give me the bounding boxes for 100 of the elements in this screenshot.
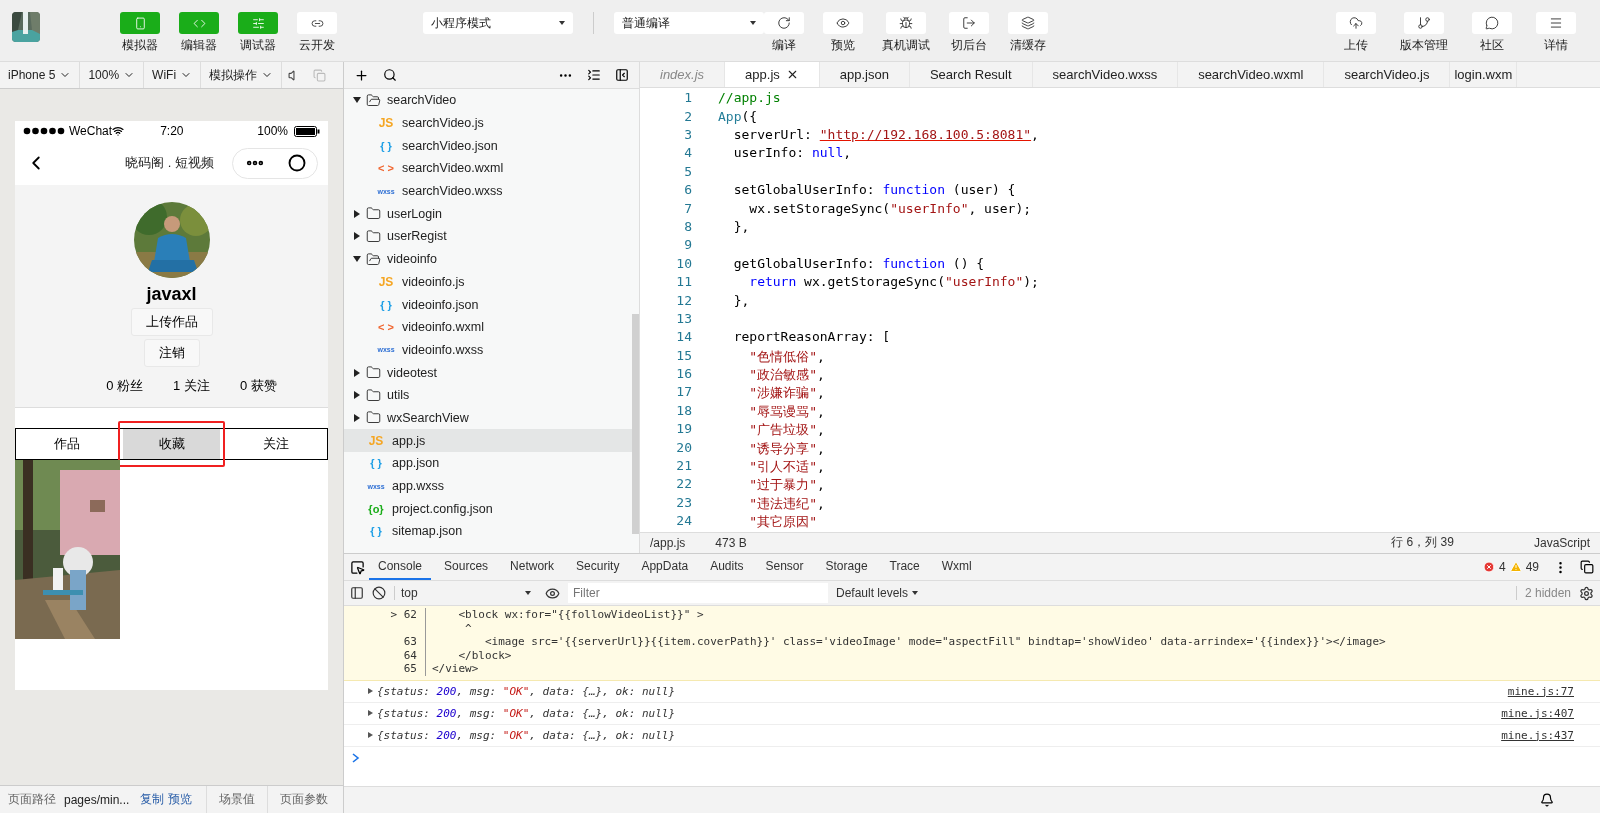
profile-button[interactable]: 注销 xyxy=(143,339,200,367)
file-tree-item[interactable]: wxSearchView xyxy=(344,406,632,430)
toolbar-button[interactable] xyxy=(1404,12,1444,34)
toolbar-button[interactable] xyxy=(823,12,863,34)
file-tree-item[interactable]: searchVideo xyxy=(344,89,632,112)
expand-arrow-icon[interactable] xyxy=(353,97,361,104)
console-tab[interactable]: Audits xyxy=(701,554,753,580)
expand-arrow-icon[interactable] xyxy=(354,413,360,422)
source-line-number: 63 xyxy=(344,635,426,649)
file-tree-item[interactable]: { } sitemap.json xyxy=(344,520,632,543)
file-tree-item[interactable]: userRegist xyxy=(344,225,632,248)
file-tree-item[interactable]: videoinfo xyxy=(344,247,632,271)
profile-tab[interactable]: 收藏 xyxy=(122,429,221,459)
add-icon[interactable] xyxy=(354,67,369,83)
simulator-option[interactable]: 模拟操作 xyxy=(201,62,283,88)
simulator-option[interactable]: 100% xyxy=(80,62,145,88)
expand-arrow-icon[interactable] xyxy=(368,688,373,694)
file-tree-item[interactable]: userLogin xyxy=(344,202,632,226)
source-link[interactable]: mine.js:407 xyxy=(1501,706,1574,720)
settings-icon[interactable] xyxy=(1579,585,1594,601)
editor-tab[interactable]: Search Result xyxy=(909,62,1033,88)
mode-button[interactable] xyxy=(297,12,337,34)
filter-field[interactable]: Filter xyxy=(568,583,828,603)
toolbar-button[interactable] xyxy=(1336,12,1376,34)
console-tab[interactable]: Trace xyxy=(880,554,929,580)
expand-arrow-icon[interactable] xyxy=(353,256,361,263)
console-tab[interactable]: Sources xyxy=(435,554,498,580)
path-bar-button[interactable]: 场景值 xyxy=(206,786,267,813)
file-tree-item[interactable]: { } videoinfo.json xyxy=(344,293,632,316)
console-tab[interactable]: Storage xyxy=(816,554,877,580)
scrollbar-thumb[interactable] xyxy=(632,314,639,534)
editor-tab[interactable]: app.json xyxy=(819,62,910,88)
file-tree-item[interactable]: utils xyxy=(344,383,632,407)
line-number: 11 xyxy=(675,274,692,292)
expand-arrow-icon[interactable] xyxy=(354,368,360,377)
folder-icon xyxy=(366,228,381,244)
file-tree-item[interactable]: videotest xyxy=(344,361,632,384)
toolbar-button[interactable] xyxy=(1536,12,1576,34)
source-line-number: > 62 xyxy=(344,608,426,622)
dock-icon[interactable] xyxy=(1580,560,1594,574)
sidebar-toggle-icon[interactable] xyxy=(350,586,364,600)
expand-arrow-icon[interactable] xyxy=(354,391,360,400)
expand-arrow-icon[interactable] xyxy=(368,710,373,716)
editor-tab[interactable]: searchVideo.wxss xyxy=(1032,62,1179,88)
error-count[interactable]: 4 xyxy=(1498,560,1506,574)
mode-select[interactable]: 小程序模式 xyxy=(423,12,573,34)
levels-select[interactable]: Default levels xyxy=(836,586,919,600)
panel-collapse-icon[interactable] xyxy=(615,68,629,82)
path-bar-button[interactable]: 页面参数 xyxy=(267,786,340,813)
console-tab[interactable]: Network xyxy=(501,554,564,580)
path-link[interactable]: 预览 xyxy=(168,791,192,808)
console-tab[interactable]: Sensor xyxy=(756,554,813,580)
console-tab[interactable]: Wxml xyxy=(932,554,981,580)
editor-tab[interactable]: login.wxm xyxy=(1450,62,1518,88)
file-tree-item[interactable]: JS app.js xyxy=(344,429,632,452)
bell-icon[interactable] xyxy=(1540,793,1554,807)
source-link[interactable]: mine.js:77 xyxy=(1507,684,1574,698)
editor-tab[interactable]: app.js xyxy=(725,62,820,88)
editor-tab[interactable]: searchVideo.wxml xyxy=(1178,62,1325,88)
path-link[interactable]: 复制 xyxy=(140,791,164,808)
file-tree-item[interactable]: {o} project.config.json xyxy=(344,497,632,521)
page-path: pages/min... xyxy=(64,792,131,807)
toolbar-button[interactable] xyxy=(886,12,926,34)
expand-arrow-icon[interactable] xyxy=(354,232,360,241)
simulator-option[interactable]: iPhone 5 xyxy=(0,62,81,88)
console-tab[interactable]: Security xyxy=(567,554,629,580)
context-select[interactable]: top xyxy=(394,586,537,600)
file-tree-item[interactable]: < > searchVideo.wxml xyxy=(344,157,632,180)
code-line: App({ xyxy=(718,108,759,126)
collapse-list-icon[interactable] xyxy=(587,68,601,82)
file-tree-item[interactable]: JS searchVideo.js xyxy=(344,111,632,135)
toolbar-button[interactable] xyxy=(1472,12,1512,34)
eye-icon[interactable] xyxy=(545,585,560,601)
clear-icon[interactable] xyxy=(372,586,386,600)
file-name: searchVideo.wxss xyxy=(402,184,503,199)
profile-button[interactable]: 上传作品 xyxy=(130,308,213,336)
file-name: videoinfo.wxss xyxy=(402,342,484,357)
phone-icon xyxy=(133,16,147,30)
expand-arrow-icon[interactable] xyxy=(354,209,360,218)
file-name: userLogin xyxy=(387,206,442,221)
file-tree-item[interactable]: < > videoinfo.wxml xyxy=(344,315,632,339)
toolbar-button[interactable] xyxy=(949,12,989,34)
toolbar-button[interactable] xyxy=(764,12,804,34)
console-tab[interactable]: AppData xyxy=(632,554,698,580)
expand-arrow-icon[interactable] xyxy=(368,732,373,738)
inspect-icon[interactable] xyxy=(350,559,365,575)
file-type-icon: < > xyxy=(376,162,396,175)
warning-count[interactable]: 49 xyxy=(1525,560,1539,574)
file-tree-item[interactable]: JS videoinfo.js xyxy=(344,270,632,294)
code-line: "过于暴力", xyxy=(748,476,826,495)
wifi-icon xyxy=(112,125,125,137)
file-name: videoinfo xyxy=(387,252,438,267)
search-icon[interactable] xyxy=(383,68,397,82)
file-tree-item[interactable]: { } app.json xyxy=(344,452,632,475)
file-tree-item[interactable]: { } searchVideo.json xyxy=(344,134,632,158)
compile-select[interactable]: 普通编译 xyxy=(614,12,764,34)
editor-tab[interactable]: searchVideo.js xyxy=(1324,62,1451,88)
simulator-option[interactable]: WiFi xyxy=(144,62,202,88)
source-link[interactable]: mine.js:437 xyxy=(1501,728,1574,742)
toolbar-button[interactable] xyxy=(1008,12,1048,34)
